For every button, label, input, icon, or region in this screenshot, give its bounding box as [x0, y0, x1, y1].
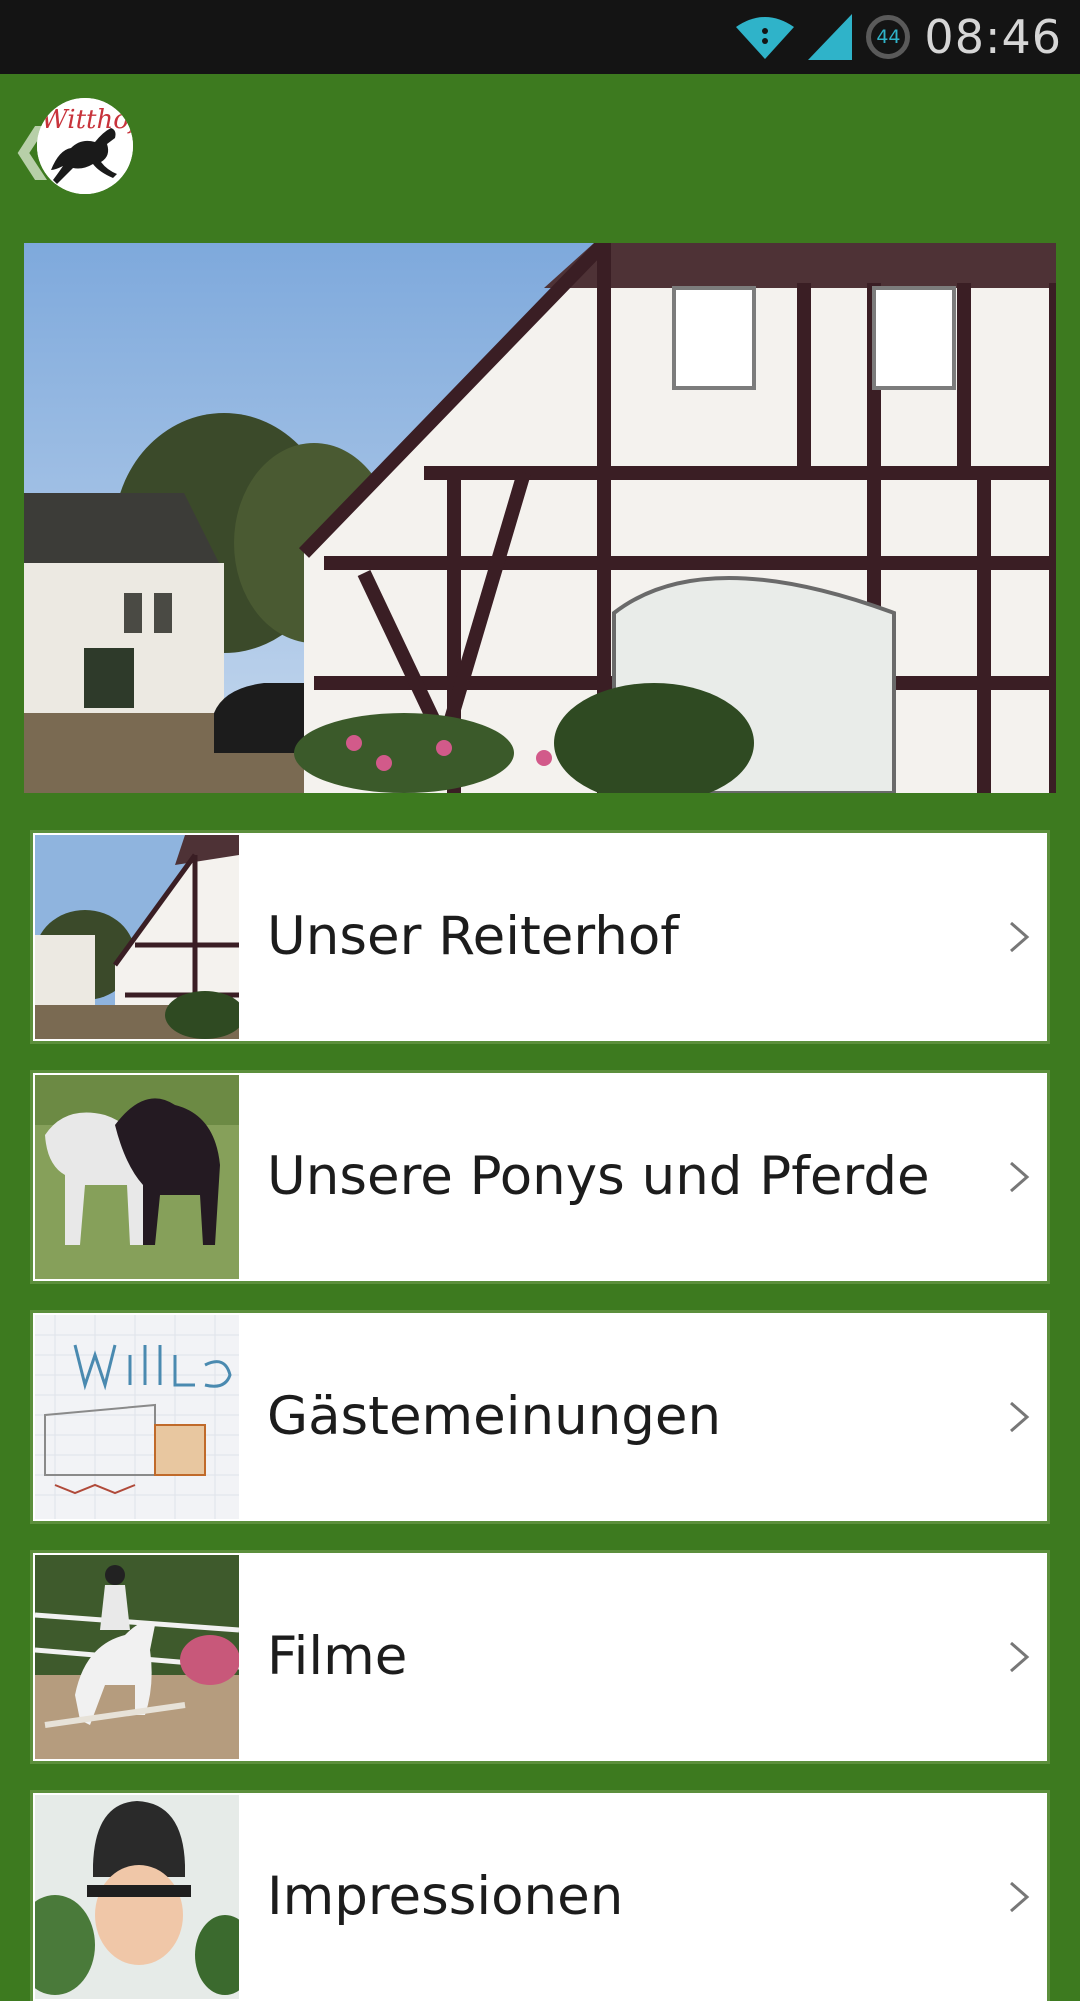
chevron-right-icon	[1001, 1399, 1037, 1435]
status-bar: 44 08:46	[0, 0, 1080, 74]
thumb-rider-portrait	[35, 1795, 239, 1999]
thumb-farmhouse	[35, 835, 239, 1039]
thumb-jumping-rider	[35, 1555, 239, 1759]
signal-icon	[808, 14, 853, 60]
menu-item-label: Gästemeinungen	[267, 1386, 722, 1447]
menu-item-filme[interactable]: Filme	[33, 1553, 1047, 1761]
menu-item-impressionen[interactable]: Impressionen	[33, 1793, 1047, 2001]
app-bar: ❮ Witthof	[0, 74, 1080, 220]
thumb-horses	[35, 1075, 239, 1279]
menu-item-unser-reiterhof[interactable]: Unser Reiterhof	[33, 833, 1047, 1041]
menu-item-label: Impressionen	[267, 1866, 624, 1927]
menu-item-label: Filme	[267, 1626, 408, 1687]
chevron-right-icon	[1001, 1879, 1037, 1915]
menu-item-gaestemeinungen[interactable]: Gästemeinungen	[33, 1313, 1047, 1521]
chevron-right-icon	[1001, 1639, 1037, 1675]
chevron-right-icon	[1001, 1159, 1037, 1195]
status-clock: 08:46	[924, 10, 1062, 64]
wifi-icon	[736, 15, 795, 59]
logo-lettering: Witthof	[41, 105, 133, 135]
witthof-logo[interactable]: Witthof	[37, 98, 133, 194]
battery-icon: 44	[866, 15, 911, 59]
hero-image-farmhouse	[24, 243, 1056, 793]
menu-item-label: Unser Reiterhof	[267, 906, 679, 967]
chevron-right-icon	[1001, 919, 1037, 955]
menu-item-ponys-und-pferde[interactable]: Unsere Ponys und Pferde	[33, 1073, 1047, 1281]
menu-item-label: Unsere Ponys und Pferde	[267, 1146, 930, 1207]
thumb-drawing	[35, 1315, 239, 1519]
status-icons: 44 08:46	[736, 0, 1062, 74]
